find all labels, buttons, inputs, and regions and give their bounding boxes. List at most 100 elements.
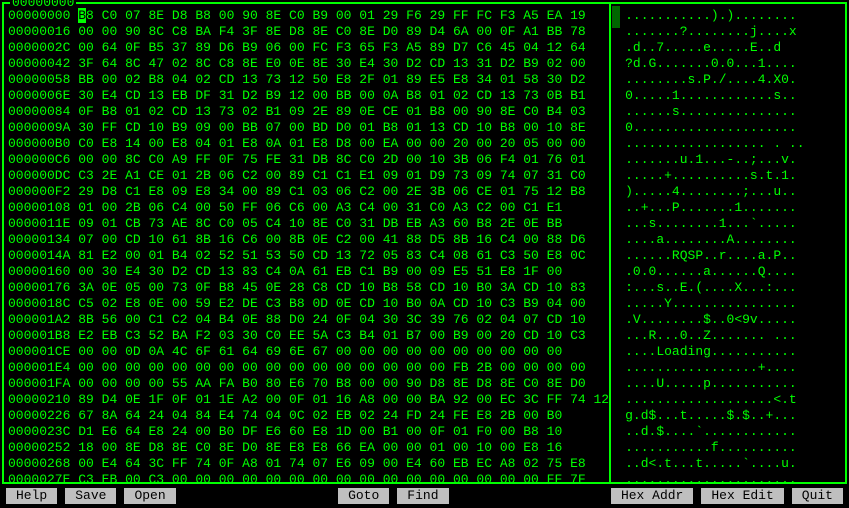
hex-byte[interactable]: 90 bbox=[406, 376, 422, 391]
hex-byte[interactable]: 31 bbox=[219, 88, 235, 103]
hex-byte[interactable]: C0 bbox=[336, 216, 352, 231]
hex-byte[interactable]: 50 bbox=[219, 200, 235, 215]
hex-byte[interactable]: 00 bbox=[406, 360, 422, 375]
hex-byte[interactable]: CE bbox=[476, 184, 492, 199]
hex-byte[interactable]: 00 bbox=[570, 296, 586, 311]
hex-byte[interactable]: 0F bbox=[195, 280, 211, 295]
hex-byte[interactable]: 01 bbox=[406, 168, 422, 183]
hex-byte[interactable]: B4 bbox=[172, 248, 188, 263]
hex-byte[interactable]: 89 bbox=[336, 104, 352, 119]
hex-byte[interactable]: 1F bbox=[148, 392, 164, 407]
hex-byte[interactable]: 00 bbox=[195, 360, 211, 375]
hex-byte[interactable]: 45 bbox=[242, 280, 258, 295]
hex-byte[interactable]: 09 bbox=[289, 104, 305, 119]
hex-byte[interactable]: CD bbox=[172, 104, 188, 119]
hex-byte[interactable]: 73 bbox=[266, 72, 282, 87]
hex-byte[interactable]: 04 bbox=[547, 296, 563, 311]
hex-byte[interactable]: 00 bbox=[430, 328, 446, 343]
ascii-row[interactable]: ....a........A........ bbox=[625, 232, 841, 248]
hex-byte[interactable]: EC bbox=[476, 456, 492, 471]
hex-byte[interactable]: D2 bbox=[570, 72, 586, 87]
hex-byte[interactable]: 00 bbox=[453, 440, 469, 455]
hex-byte[interactable]: C0 bbox=[102, 8, 118, 23]
hex-byte[interactable]: 90 bbox=[125, 24, 141, 39]
hex-byte[interactable]: A8 bbox=[242, 456, 258, 471]
hex-byte[interactable]: 01 bbox=[219, 136, 235, 151]
hex-byte[interactable]: 00 bbox=[476, 392, 492, 407]
hex-byte[interactable]: E8 bbox=[312, 136, 328, 151]
hex-byte[interactable]: 00 bbox=[219, 8, 235, 23]
hex-byte[interactable]: 0E bbox=[125, 392, 141, 407]
hex-byte[interactable]: 05 bbox=[383, 248, 399, 263]
ascii-row[interactable]: ..d.$....`............ bbox=[625, 424, 841, 440]
hex-byte[interactable]: 0A bbox=[383, 88, 399, 103]
hex-byte[interactable]: 1E bbox=[219, 392, 235, 407]
hex-row[interactable]: 00000268 00 E4 64 3C FF 74 0F A8 01 74 0… bbox=[8, 456, 609, 472]
hex-byte[interactable]: 24 bbox=[172, 424, 188, 439]
hex-byte[interactable]: 7F bbox=[570, 472, 586, 487]
hex-byte[interactable]: 8C bbox=[195, 216, 211, 231]
hex-byte[interactable]: EC bbox=[500, 392, 516, 407]
hex-byte[interactable]: B8 bbox=[430, 104, 446, 119]
hex-byte[interactable]: 8E bbox=[242, 56, 258, 71]
hex-row[interactable]: 000000B0 C0 E8 14 00 E8 04 01 E8 0A 01 E… bbox=[8, 136, 609, 152]
hex-byte[interactable]: 04 bbox=[523, 40, 539, 55]
hex-byte[interactable]: 0F bbox=[172, 392, 188, 407]
hex-byte[interactable]: 58 bbox=[523, 72, 539, 87]
hex-byte[interactable]: 31 bbox=[406, 200, 422, 215]
hex-byte[interactable]: 30 bbox=[102, 264, 118, 279]
hex-byte[interactable]: 00 bbox=[476, 328, 492, 343]
hex-byte[interactable]: 00 bbox=[125, 472, 141, 487]
hex-byte[interactable]: 00 bbox=[453, 344, 469, 359]
hex-byte[interactable]: 4C bbox=[172, 344, 188, 359]
ascii-row[interactable]: ...s........1...`..... bbox=[625, 216, 841, 232]
hex-byte[interactable]: 00 bbox=[406, 136, 422, 151]
hex-byte[interactable]: E8 bbox=[289, 440, 305, 455]
hex-byte[interactable]: 05 bbox=[125, 280, 141, 295]
hex-byte[interactable]: 02 bbox=[312, 408, 328, 423]
hex-byte[interactable]: E4 bbox=[359, 56, 375, 71]
hex-byte[interactable]: 00 bbox=[359, 88, 375, 103]
hex-byte[interactable]: 05 bbox=[523, 136, 539, 151]
hex-byte[interactable]: 00 bbox=[406, 472, 422, 487]
hex-byte[interactable]: 8B bbox=[289, 232, 305, 247]
hex-byte[interactable]: 00 bbox=[570, 56, 586, 71]
hex-byte[interactable]: 00 bbox=[289, 120, 305, 135]
hex-byte[interactable]: CD bbox=[430, 280, 446, 295]
hex-byte[interactable]: E4 bbox=[406, 456, 422, 471]
hex-byte[interactable]: B8 bbox=[219, 280, 235, 295]
hex-byte[interactable]: 12 bbox=[547, 40, 563, 55]
hex-byte[interactable]: 3B bbox=[453, 152, 469, 167]
hex-byte[interactable]: C1 bbox=[125, 184, 141, 199]
hex-byte[interactable]: 00 bbox=[102, 440, 118, 455]
hex-byte[interactable]: 00 bbox=[219, 472, 235, 487]
hex-byte[interactable]: B8 bbox=[289, 296, 305, 311]
hex-byte[interactable]: 64 bbox=[242, 344, 258, 359]
hex-byte[interactable]: 00 bbox=[266, 360, 282, 375]
hex-byte[interactable]: 3C bbox=[406, 312, 422, 327]
hex-byte[interactable]: CD bbox=[336, 280, 352, 295]
hex-byte[interactable]: 2D bbox=[383, 152, 399, 167]
hex-byte[interactable]: 13 bbox=[195, 104, 211, 119]
ascii-row[interactable]: ).....4........;...u.. bbox=[625, 184, 841, 200]
hex-byte[interactable]: 00 bbox=[102, 72, 118, 87]
hex-byte[interactable]: C4 bbox=[266, 216, 282, 231]
hex-byte[interactable]: 01 bbox=[266, 456, 282, 471]
hex-row[interactable]: 0000018C C5 02 E8 0E 00 59 E2 DE C3 B8 0… bbox=[8, 296, 609, 312]
hex-byte[interactable]: 13 bbox=[430, 120, 446, 135]
hex-byte[interactable]: 60 bbox=[430, 456, 446, 471]
hex-byte[interactable]: E8 bbox=[570, 456, 586, 471]
hex-byte[interactable]: 60 bbox=[289, 424, 305, 439]
ascii-row[interactable]: ...........).)........ bbox=[625, 8, 841, 24]
hex-byte[interactable]: 01 bbox=[523, 152, 539, 167]
hex-byte[interactable]: 56 bbox=[102, 312, 118, 327]
hex-byte[interactable]: 00 bbox=[102, 376, 118, 391]
hex-byte[interactable]: E4 bbox=[102, 456, 118, 471]
hex-byte[interactable]: B0 bbox=[242, 376, 258, 391]
hex-addr-button[interactable]: Hex Addr bbox=[611, 488, 693, 504]
hex-byte[interactable]: 00 bbox=[195, 200, 211, 215]
hex-byte[interactable]: F3 bbox=[336, 40, 352, 55]
hex-row[interactable]: 00000160 00 30 E4 30 D2 CD 13 83 C4 0A 6… bbox=[8, 264, 609, 280]
ascii-row[interactable]: ...................<.t bbox=[625, 392, 841, 408]
hex-byte[interactable]: 5A bbox=[312, 328, 328, 343]
